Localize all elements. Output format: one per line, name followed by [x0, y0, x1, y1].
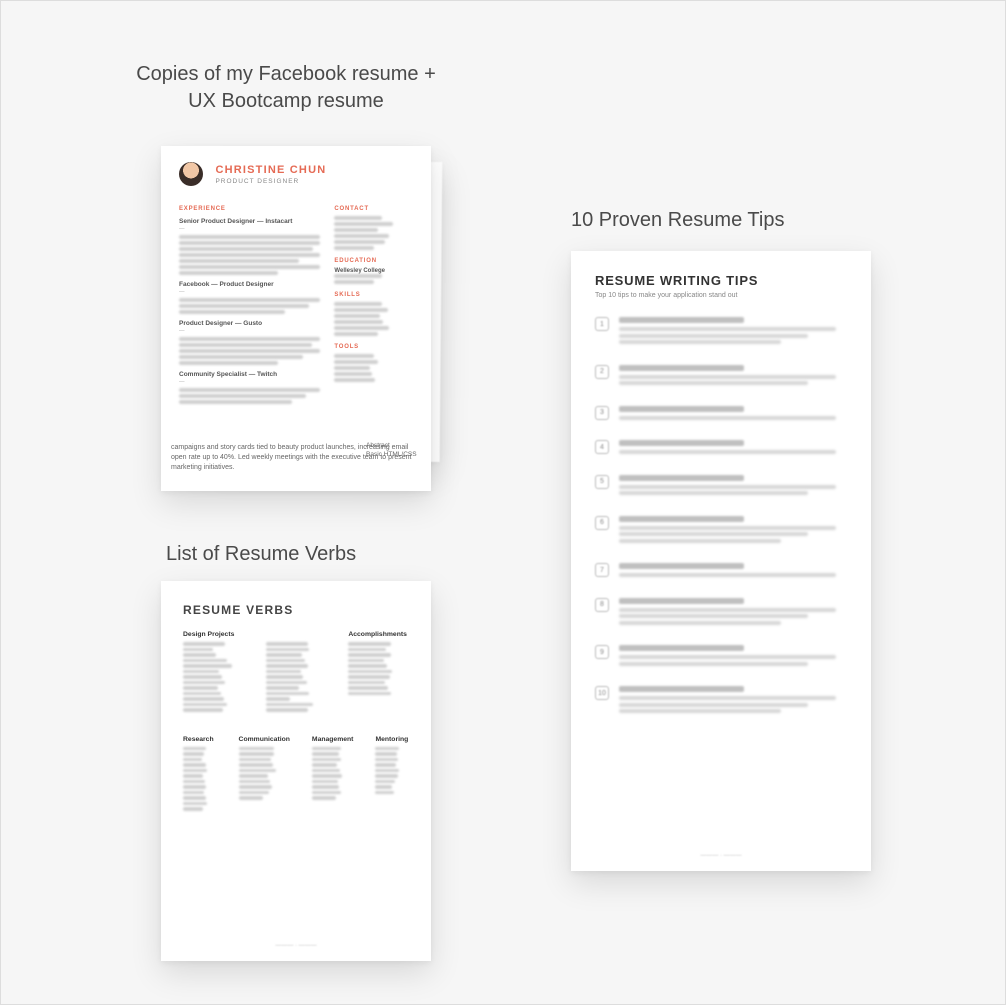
footer-blur: ——— · ———	[571, 853, 871, 859]
tip-number: 1	[595, 317, 609, 331]
tip-line	[619, 340, 781, 344]
tip-title	[619, 686, 744, 692]
resume-name: CHRISTINE CHUN	[215, 164, 326, 176]
verbs-group-head: Communication	[239, 736, 290, 743]
tip-title	[619, 406, 744, 412]
tip-item: 10	[595, 686, 847, 716]
tip-item: 5	[595, 475, 847, 498]
section-tools: TOOLS	[334, 344, 413, 350]
tip-number: 4	[595, 440, 609, 454]
section-education: EDUCATION	[334, 258, 413, 264]
tip-line	[619, 375, 836, 379]
tip-number: 9	[595, 645, 609, 659]
tip-number: 10	[595, 686, 609, 700]
tips-title: RESUME WRITING TIPS	[595, 273, 847, 288]
tip-line	[619, 709, 781, 713]
verbs-title: RESUME VERBS	[183, 603, 409, 617]
tip-line	[619, 526, 836, 530]
tip-number: 3	[595, 406, 609, 420]
tip-title	[619, 475, 744, 481]
tip-item: 4	[595, 440, 847, 457]
section-contact: CONTACT	[334, 206, 413, 212]
tip-line	[619, 450, 836, 454]
tip-item: 8	[595, 598, 847, 628]
verbs-group-head: Accomplishments	[348, 631, 409, 638]
job-title: Community Specialist — Twitch	[179, 371, 320, 378]
tip-line	[619, 381, 808, 385]
verbs-group-head	[266, 631, 327, 638]
tip-line	[619, 621, 781, 625]
verbs-group-head: Management	[312, 736, 354, 743]
verbs-sheet: RESUME VERBS Design Projects Accomplishm…	[161, 581, 431, 961]
tip-line	[619, 662, 808, 666]
heading-verbs: List of Resume Verbs	[166, 541, 426, 568]
tip-line	[619, 696, 836, 700]
tip-title	[619, 365, 744, 371]
section-experience: EXPERIENCE	[179, 206, 320, 212]
sidebar-item: Basic HTML/CSS	[366, 450, 417, 459]
job-meta: —	[179, 379, 320, 385]
avatar	[179, 162, 203, 186]
verbs-group-head: Mentoring	[375, 736, 409, 743]
tips-sheet: RESUME WRITING TIPS Top 10 tips to make …	[571, 251, 871, 871]
tip-number: 8	[595, 598, 609, 612]
tip-item: 2	[595, 365, 847, 388]
job-title: Senior Product Designer — Instacart	[179, 218, 320, 225]
tip-line	[619, 416, 836, 420]
resume-sheet-front: CHRISTINE CHUN PRODUCT DESIGNER EXPERIEN…	[161, 146, 431, 491]
tip-item: 7	[595, 563, 847, 580]
tip-title	[619, 563, 744, 569]
tip-item: 9	[595, 645, 847, 668]
verbs-group-head: Design Projects	[183, 631, 244, 638]
tip-number: 2	[595, 365, 609, 379]
tip-line	[619, 703, 808, 707]
heading-tips: 10 Proven Resume Tips	[571, 207, 871, 234]
tip-line	[619, 334, 808, 338]
tip-number: 7	[595, 563, 609, 577]
job-title: Product Designer — Gusto	[179, 320, 320, 327]
tip-title	[619, 317, 744, 323]
tip-line	[619, 532, 808, 536]
tip-title	[619, 645, 744, 651]
job-meta: —	[179, 328, 320, 334]
tip-number: 6	[595, 516, 609, 530]
tip-number: 5	[595, 475, 609, 489]
heading-resumes: Copies of my Facebook resume + UX Bootca…	[126, 61, 446, 115]
tip-item: 6	[595, 516, 847, 546]
job-meta: —	[179, 226, 320, 232]
resume-visible-caption: campaigns and story cards tied to beauty…	[171, 443, 421, 472]
footer-blur: ——— · ———	[161, 943, 431, 949]
tip-title	[619, 598, 744, 604]
tip-line	[619, 608, 836, 612]
tips-subtitle: Top 10 tips to make your application sta…	[595, 292, 847, 299]
tip-line	[619, 327, 836, 331]
verbs-group-head: Research	[183, 736, 217, 743]
sidebar-item: Abstract	[366, 441, 417, 450]
resume-role: PRODUCT DESIGNER	[215, 178, 326, 185]
tip-line	[619, 539, 781, 543]
tip-item: 3	[595, 406, 847, 423]
job-title: Facebook — Product Designer	[179, 281, 320, 288]
tip-line	[619, 491, 808, 495]
tip-title	[619, 516, 744, 522]
tip-title	[619, 440, 744, 446]
tip-line	[619, 485, 836, 489]
job-meta: —	[179, 289, 320, 295]
tip-item: 1	[595, 317, 847, 347]
tip-line	[619, 614, 808, 618]
tip-line	[619, 655, 836, 659]
tip-line	[619, 573, 836, 577]
section-skills: SKILLS	[334, 292, 413, 298]
